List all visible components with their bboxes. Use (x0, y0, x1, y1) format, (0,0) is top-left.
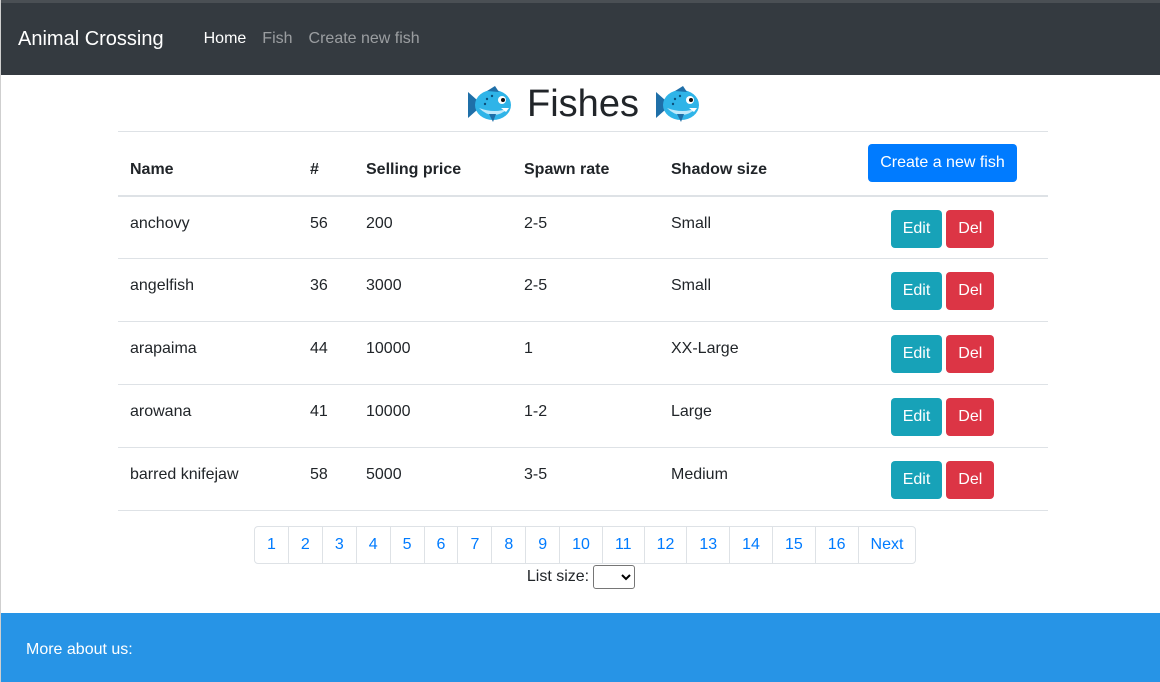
fish-number: 56 (310, 214, 328, 232)
fish-shadow-size: XX-Large (671, 340, 739, 357)
page-link-15[interactable]: 15 (771, 527, 815, 563)
edit-button[interactable]: Edit (890, 398, 943, 436)
fish-icon (653, 84, 701, 126)
table-row: arowana 41 10000 1-2 Large Edit Del (118, 385, 1048, 448)
top-navbar: Animal Crossing Home Fish Create new fis… (1, 0, 1160, 75)
page-title: Fishes (527, 83, 639, 125)
fish-number: 36 (310, 277, 328, 294)
nav-home-link[interactable]: Home (204, 30, 247, 48)
fish-name: barred knifejaw (130, 466, 239, 483)
fish-name: arowana (130, 403, 192, 420)
footer: More about us: (1, 613, 1160, 682)
fish-shadow-size: Small (671, 277, 712, 294)
page-link-9[interactable]: 9 (525, 527, 559, 563)
fish-name: anchovy (130, 214, 190, 232)
page-link-12[interactable]: 12 (643, 527, 687, 563)
page-link-3[interactable]: 3 (321, 527, 356, 563)
page-link-4[interactable]: 4 (355, 527, 390, 563)
fish-shadow-size: Small (671, 214, 712, 232)
fish-table: Name # Selling price Spawn rate Shadow s… (118, 131, 1048, 511)
fish-price: 5000 (366, 466, 402, 483)
page-link-2[interactable]: 2 (287, 527, 322, 563)
fish-spawn-rate: 2-5 (524, 277, 548, 294)
page-link-10[interactable]: 10 (559, 527, 602, 563)
pagination: 1 2 3 4 5 6 7 8 9 10 11 12 13 14 15 16 N… (254, 526, 917, 564)
fish-icon (465, 84, 513, 126)
table-row: anchovy 56 200 2-5 Small Edit Del (118, 196, 1048, 259)
edit-button[interactable]: Edit (890, 209, 943, 248)
column-header-spawn-rate: Spawn rate (524, 161, 610, 179)
edit-button[interactable]: Edit (890, 272, 943, 310)
fish-price: 10000 (366, 403, 411, 420)
column-header-name: Name (130, 161, 174, 179)
column-header-selling-price: Selling price (366, 161, 462, 179)
list-size-label: List size: (526, 568, 590, 585)
create-new-fish-button[interactable]: Create a new fish (868, 144, 1017, 183)
page-link-13[interactable]: 13 (686, 527, 729, 563)
fish-price: 3000 (366, 277, 402, 294)
column-header-shadow-size: Shadow size (671, 161, 768, 179)
fish-spawn-rate: 3-5 (524, 466, 548, 483)
delete-button[interactable]: Del (946, 209, 995, 248)
delete-button[interactable]: Del (946, 398, 995, 436)
fish-number: 44 (310, 340, 328, 357)
delete-button[interactable]: Del (946, 335, 995, 373)
table-row: barred knifejaw 58 5000 3-5 Medium Edit D… (118, 448, 1048, 511)
row-actions: Edit Del (837, 196, 1048, 259)
page-header: Fishes (118, 78, 1048, 131)
actions-header: Create a new fish (837, 132, 1048, 196)
page-link-6[interactable]: 6 (423, 527, 458, 563)
table-row: angelfish 36 3000 2-5 Small Edit Del (118, 259, 1048, 322)
table-header-row: Name # Selling price Spawn rate Shadow s… (118, 131, 1048, 196)
row-actions: Edit Del (837, 259, 1048, 322)
edit-button[interactable]: Edit (890, 335, 943, 373)
list-size-control: List size: (1, 565, 1160, 589)
row-actions: Edit Del (837, 448, 1048, 511)
table-row: arapaima 44 10000 1 XX-Large Edit Del (118, 322, 1048, 385)
fish-number: 41 (310, 403, 328, 420)
page-link-11[interactable]: 11 (601, 527, 644, 563)
page-link-5[interactable]: 5 (389, 527, 424, 563)
fish-name: arapaima (130, 340, 197, 357)
page-link-16[interactable]: 16 (814, 527, 858, 563)
row-actions: Edit Del (837, 322, 1048, 385)
list-size-select[interactable] (593, 565, 636, 589)
fish-price: 200 (366, 214, 393, 232)
nav-fish-link[interactable]: Fish (262, 30, 292, 48)
fish-spawn-rate: 1-2 (524, 403, 548, 420)
fish-name: angelfish (130, 277, 195, 294)
page-link-1[interactable]: 1 (255, 527, 288, 563)
edit-button[interactable]: Edit (890, 461, 943, 499)
delete-button[interactable]: Del (946, 272, 995, 310)
page-link-7[interactable]: 7 (457, 527, 491, 563)
footer-text: More about us: (26, 641, 133, 658)
fish-number: 58 (310, 466, 328, 483)
page-link-14[interactable]: 14 (729, 527, 772, 563)
row-actions: Edit Del (837, 385, 1048, 448)
nav-create-fish-link[interactable]: Create new fish (309, 30, 420, 48)
fish-shadow-size: Medium (671, 466, 728, 483)
fish-price: 10000 (366, 340, 411, 357)
fish-spawn-rate: 2-5 (524, 214, 548, 232)
brand-logo[interactable]: Animal Crossing (18, 28, 164, 51)
fish-spawn-rate: 1 (524, 340, 533, 357)
column-header-number: # (310, 161, 319, 179)
delete-button[interactable]: Del (946, 461, 995, 499)
fish-shadow-size: Large (671, 403, 712, 420)
next-page-link[interactable]: Next (857, 527, 916, 563)
page-link-8[interactable]: 8 (491, 527, 525, 563)
